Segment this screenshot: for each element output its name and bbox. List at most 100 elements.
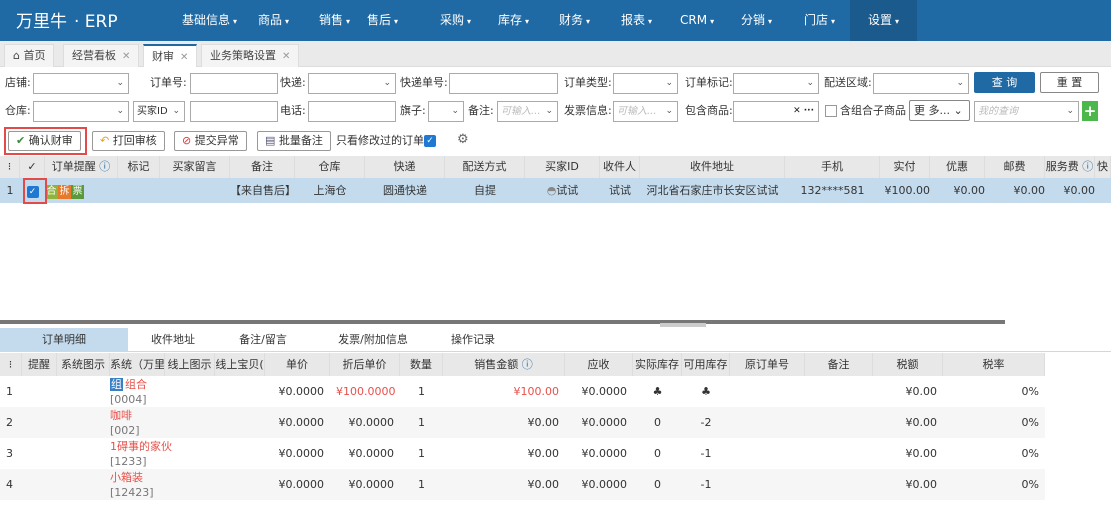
reject-button[interactable]: ↶ 打回审核 [92,131,165,151]
my-query-select[interactable]: 我的查询 ⌄ [974,101,1079,122]
column-header[interactable]: 订单提醒 ⓘ [45,156,118,178]
table-row[interactable]: 4 小箱装 [12423] ¥0.0000 ¥0.0000 1 ¥0.00 ¥0.0000 0 -… [0,469,1045,500]
column-header[interactable]: 备注 [230,156,295,178]
nav-item[interactable]: CRM ▾ [670,0,724,41]
column-header[interactable]: 仓库 [295,156,365,178]
combo-checkbox[interactable] [825,105,837,117]
shop-select[interactable]: ⌄ [33,73,129,94]
column-header[interactable]: 数量 [400,353,443,376]
detail-tab[interactable]: 操作记录 [438,328,508,351]
stock-icon[interactable]: ♣ [701,385,711,398]
column-header[interactable]: 提醒 [22,353,57,376]
nav-item[interactable]: 售后 ▾ [357,0,408,41]
column-header[interactable]: ✓ [20,156,45,178]
column-header[interactable]: 销售金额 ⓘ [443,353,565,376]
column-header[interactable]: 优惠 [930,156,985,178]
column-header[interactable]: 邮费 [985,156,1045,178]
more-button[interactable]: 更 多... ⌄ [909,100,970,121]
phone-input[interactable] [308,101,396,122]
stock-icon[interactable]: ♣ [653,385,663,398]
order-no-input[interactable] [190,73,278,94]
receivable: ¥0.0000 [581,447,628,460]
only-modified-checkbox[interactable]: ✓ [424,135,436,147]
column-header[interactable]: 快递 [365,156,445,178]
gear-icon[interactable]: ⚙ [457,132,469,147]
reset-button[interactable]: 重 置 [1040,72,1099,93]
close-icon[interactable]: ✕ [122,51,130,62]
region-select[interactable]: ⌄ [873,73,969,94]
close-icon[interactable]: ✕ [180,52,188,63]
column-header[interactable]: 收件人 [600,156,640,178]
column-header[interactable]: 折后单价 [330,353,400,376]
submit-exception-button[interactable]: ⊘ 提交异常 [174,131,247,151]
column-header[interactable]: 备注 [805,353,873,376]
order-type-select[interactable]: ⌄ [613,73,678,94]
buyer-id-input[interactable] [190,101,278,122]
detail-tab[interactable]: 订单明细 [0,328,128,351]
column-header[interactable]: 原订单号 [730,353,805,376]
caret-down-icon: ▾ [233,17,238,26]
nav-item[interactable]: 分销 ▾ [731,0,782,41]
column-header[interactable]: 线上宝贝( [215,353,265,376]
detail-tab[interactable]: 发票/附加信息 [308,328,438,351]
batch-remark-button[interactable]: ▤ 批量备注 [257,131,331,151]
tab-item[interactable]: 财审 ✕ [143,44,198,67]
nav-item[interactable]: 报表 ▾ [611,0,662,41]
table-row[interactable]: 1 组组合 [0004] ¥0.0000 ¥100.0000 1 ¥100.00 ¥0.000… [0,376,1045,407]
tab-item[interactable]: ⌂ 首页 [4,44,55,67]
query-button[interactable]: 查 询 [974,72,1035,93]
close-icon[interactable]: ✕ [282,51,290,62]
column-header[interactable]: 系统图示 [57,353,110,376]
table-row[interactable]: 2 咖啡 [002] ¥0.0000 ¥0.0000 1 ¥0.00 ¥0.0000 0 -2 ¥0… [0,407,1045,438]
add-query-button[interactable]: + [1082,101,1098,121]
column-header[interactable]: 线上图示 [165,353,215,376]
nav-item[interactable]: 基础信息 ▾ [172,0,247,41]
column-header[interactable]: 手机 [785,156,880,178]
tab-item[interactable]: 业务策略设置 ✕ [201,44,300,67]
column-header[interactable]: 快 [1095,156,1111,178]
express-no-input[interactable] [449,73,558,94]
column-header[interactable]: ⁝ [0,353,22,376]
nav-item[interactable]: 采购 ▾ [430,0,481,41]
cell-qty: 1 [400,376,443,407]
tab-item[interactable]: 经营看板 ✕ [63,44,140,67]
flag-select[interactable]: ⌄ [428,101,464,122]
column-header[interactable]: 应收 [565,353,633,376]
confirm-audit-button[interactable]: ✔ 确认财审 [8,131,81,151]
nav-label: 采购 [440,13,465,27]
column-header[interactable]: 可用库存 [682,353,730,376]
nav-item[interactable]: 库存 ▾ [488,0,539,41]
order-mark-select[interactable]: ⌄ [733,73,819,94]
table-row[interactable]: 1 ✓ 合拆票【来自售后】 上海仓 圆通快递 自提 ◓试试 试试 河北省石家庄市长安区试试 132… [0,178,1111,203]
column-header[interactable]: 标记 [118,156,160,178]
express-select[interactable]: ⌄ [308,73,396,94]
remark-select[interactable]: 可输入... ⌄ [497,101,558,122]
column-header[interactable]: 税率 [943,353,1045,376]
horizontal-scrollbar[interactable] [0,320,1005,324]
column-header[interactable]: 买家ID [525,156,600,178]
buyer-id-select[interactable]: 买家ID ⌄ [133,101,185,122]
column-header[interactable]: 服务费 ⓘ [1045,156,1095,178]
nav-item[interactable]: 设置 ▾ [850,0,918,41]
detail-tab[interactable]: 备注/留言 [218,328,308,351]
column-header[interactable]: 实付 [880,156,930,178]
scrollbar-thumb[interactable] [660,323,706,327]
column-header[interactable]: 收件地址 [640,156,785,178]
column-header[interactable]: ⁝ [0,156,20,178]
nav-item[interactable]: 商品 ▾ [248,0,299,41]
contains-input[interactable]: ✕ ··· [733,101,819,122]
column-header[interactable]: 单价 [265,353,330,376]
caret-down-icon: ▾ [285,17,290,26]
column-header[interactable]: 实际库存 [633,353,682,376]
column-header[interactable]: 税额 [873,353,943,376]
column-header[interactable]: 买家留言 [160,156,230,178]
nav-item[interactable]: 门店 ▾ [794,0,845,41]
nav-item[interactable]: 销售 ▾ [309,0,360,41]
detail-tab[interactable]: 收件地址 [128,328,218,351]
column-header[interactable]: 配送方式 [445,156,525,178]
invoice-select[interactable]: 可输入... ⌄ [613,101,678,122]
table-row[interactable]: 3 1碍事的家伙 [1233] ¥0.0000 ¥0.0000 1 ¥0.00 ¥0.0000… [0,438,1045,469]
nav-item[interactable]: 财务 ▾ [549,0,600,41]
column-header[interactable]: 系统（万里牛 [110,353,165,376]
warehouse-select[interactable]: ⌄ [33,101,129,122]
